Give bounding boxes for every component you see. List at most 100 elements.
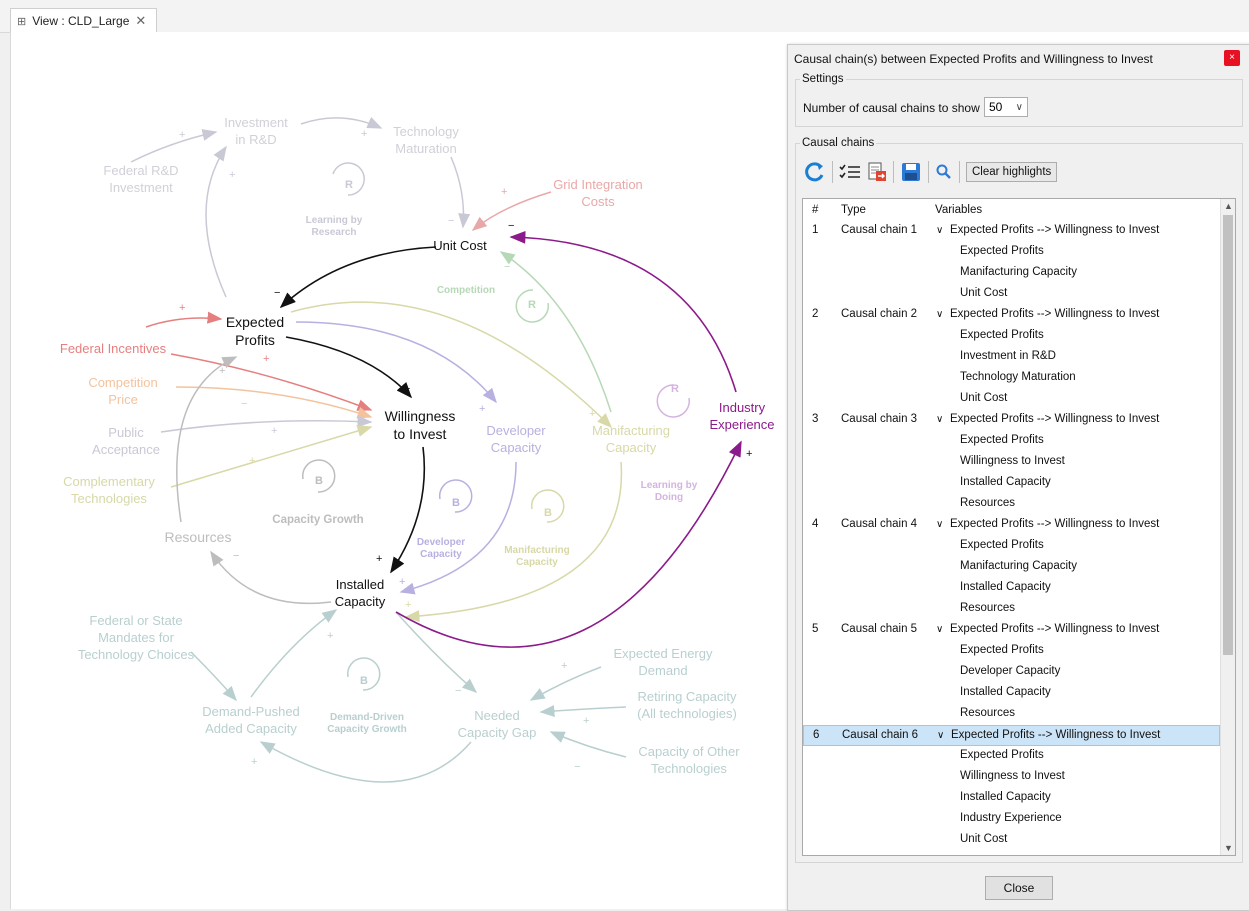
chain-variable: Manifacturing Capacity	[960, 266, 1077, 278]
node-capacity-other-technologies[interactable]: Capacity of Other Technologies	[638, 744, 740, 776]
expand-chevron-icon[interactable]: ∨	[936, 519, 943, 530]
node-developer-capacity[interactable]: Developer Capacity	[486, 423, 546, 455]
col-header-type[interactable]: Type	[841, 204, 866, 216]
polarity-sign: +	[479, 403, 485, 415]
node-expected-profits[interactable]: Expected Profits	[226, 314, 284, 348]
table-row[interactable]: Installed Capacity	[803, 788, 1220, 809]
toolbar-separator	[959, 161, 960, 183]
chain-variable: Resources	[960, 707, 1015, 719]
node-grid-integration-costs[interactable]: Grid Integration Costs	[553, 177, 643, 209]
chain-number: 6	[813, 729, 820, 741]
expand-chevron-icon[interactable]: ∨	[936, 414, 943, 425]
col-header-num[interactable]: #	[812, 204, 818, 216]
expand-chevron-icon[interactable]: ∨	[936, 624, 943, 635]
polarity-sign: +	[376, 553, 382, 565]
polarity-sign: −	[448, 215, 454, 227]
table-row[interactable]: Expected Profits	[803, 746, 1220, 767]
vertical-scrollbar[interactable]: ▲ ▼	[1220, 199, 1235, 855]
table-row[interactable]: Resources	[803, 599, 1220, 620]
node-investment-rd[interactable]: Investment in R&D	[224, 115, 288, 147]
loop-letter: R	[345, 179, 353, 191]
table-row[interactable]: Installed Capacity	[803, 578, 1220, 599]
table-row[interactable]: 3 Causal chain 3 ∨ Expected Profits --> Wil…	[803, 410, 1220, 431]
table-row[interactable]: 6 Causal chain 6 ∨ Expected Profits --> Wil…	[803, 725, 1220, 746]
table-row[interactable]: 1 Causal chain 1 ∨ Expected Profits --> Wil…	[803, 221, 1220, 242]
chain-variable: Unit Cost	[960, 833, 1008, 845]
table-row[interactable]: Willingness to Invest	[803, 452, 1220, 473]
table-row[interactable]: Manifacturing Capacity	[803, 557, 1220, 578]
tab-close-icon[interactable]: ✕	[135, 13, 146, 29]
checklist-button[interactable]	[839, 160, 861, 184]
scroll-up-icon[interactable]: ▲	[1224, 201, 1233, 211]
node-complementary-technologies[interactable]: Complementary Technologies	[63, 474, 155, 506]
export-document-icon	[868, 162, 886, 181]
chains-to-show-select[interactable]: 50 ∨	[984, 97, 1028, 117]
node-manufacturing-capacity[interactable]: Manifacturing Capacity	[592, 423, 670, 455]
table-row[interactable]: 4 Causal chain 4 ∨ Expected Profits --> Wil…	[803, 515, 1220, 536]
chain-variable: Resources	[960, 497, 1015, 509]
edge-mandates-demandpushed	[190, 651, 237, 702]
table-row[interactable]: Developer Capacity	[803, 662, 1220, 683]
expand-chevron-icon[interactable]: ∨	[937, 730, 944, 741]
node-technology-maturation[interactable]: Technology Maturation	[393, 124, 459, 156]
scroll-thumb[interactable]	[1223, 215, 1233, 655]
loop-name: Developer Capacity	[417, 537, 465, 560]
table-row[interactable]: Unit Cost	[803, 830, 1220, 851]
table-row[interactable]: 5 Causal chain 5 ∨ Expected Profits --> Wil…	[803, 620, 1220, 641]
node-installed-capacity[interactable]: Installed Capacity	[335, 577, 386, 609]
node-expected-energy-demand[interactable]: Expected Energy Demand	[613, 646, 713, 678]
table-row[interactable]: Technology Maturation	[803, 368, 1220, 389]
node-industry-experience[interactable]: Industry Experience	[709, 400, 774, 432]
table-row[interactable]: Unit Cost	[803, 284, 1220, 305]
table-row[interactable]: Expected Profits	[803, 641, 1220, 662]
tab-view[interactable]: ⊞ View : CLD_Large ✕	[10, 8, 158, 33]
export-button[interactable]	[867, 160, 887, 184]
table-row[interactable]: Expected Profits	[803, 326, 1220, 347]
save-button[interactable]	[900, 160, 922, 184]
table-row[interactable]: Willingness to Invest	[803, 767, 1220, 788]
scroll-down-icon[interactable]: ▼	[1224, 843, 1233, 853]
table-row[interactable]: Expected Profits	[803, 536, 1220, 557]
table-row[interactable]: Manifacturing Capacity	[803, 263, 1220, 284]
polarity-sign: +	[179, 302, 185, 314]
polarity-sign: −	[574, 761, 580, 773]
node-resources[interactable]: Resources	[165, 529, 232, 545]
node-retiring-capacity[interactable]: Retiring Capacity (All technologies)	[637, 689, 737, 721]
search-button[interactable]	[935, 160, 953, 184]
table-row[interactable]: Installed Capacity	[803, 683, 1220, 704]
node-unit-cost[interactable]: Unit Cost	[433, 238, 487, 253]
clear-highlights-button[interactable]: Clear highlights	[966, 162, 1058, 182]
node-competition-price[interactable]: Competition Price	[88, 375, 157, 407]
node-needed-capacity-gap[interactable]: Needed Capacity Gap	[458, 708, 537, 740]
table-row[interactable]: Expected Profits	[803, 242, 1220, 263]
polarity-sign: −	[508, 220, 514, 232]
table-row[interactable]: Investment in R&D	[803, 347, 1220, 368]
polarity-sign: +	[583, 715, 589, 727]
close-button[interactable]: Close	[985, 876, 1053, 900]
expand-chevron-icon[interactable]: ∨	[936, 309, 943, 320]
dialog-title: Causal chain(s) between Expected Profits…	[794, 52, 1153, 66]
node-public-acceptance[interactable]: Public Acceptance	[92, 425, 160, 457]
edge-investment-techmaturation	[300, 116, 383, 129]
table-row[interactable]: Installed Capacity	[803, 473, 1220, 494]
chain-variable: Expected Profits	[960, 434, 1044, 446]
table-row[interactable]: Resources	[803, 704, 1220, 725]
table-row[interactable]: Expected Profits	[803, 431, 1220, 452]
refresh-button[interactable]	[804, 160, 826, 184]
expand-chevron-icon[interactable]: ∨	[936, 225, 943, 236]
node-federal-incentives[interactable]: Federal Incentives	[60, 341, 167, 356]
causal-chains-table[interactable]: # Type Variables 1 Causal chain 1 ∨ Expecte…	[802, 198, 1236, 856]
table-row[interactable]: 2 Causal chain 2 ∨ Expected Profits --> Wil…	[803, 305, 1220, 326]
col-header-variables[interactable]: Variables	[935, 204, 982, 216]
node-federal-rd-investment[interactable]: Federal R&D Investment	[103, 163, 178, 195]
table-row[interactable]: Unit Cost	[803, 389, 1220, 410]
table-row[interactable]: Resources	[803, 494, 1220, 515]
chain-variable: Willingness to Invest	[960, 770, 1065, 782]
chain-variable: Developer Capacity	[960, 665, 1061, 677]
node-demand-pushed[interactable]: Demand-Pushed Added Capacity	[202, 704, 300, 736]
node-willingness-to-invest[interactable]: Willingness to Invest	[385, 408, 456, 442]
tab-title: View : CLD_Large	[32, 14, 130, 28]
close-icon[interactable]: ×	[1224, 50, 1240, 66]
table-row[interactable]: Industry Experience	[803, 809, 1220, 830]
node-federal-mandates[interactable]: Federal or State Mandates for Technology C…	[78, 613, 195, 662]
